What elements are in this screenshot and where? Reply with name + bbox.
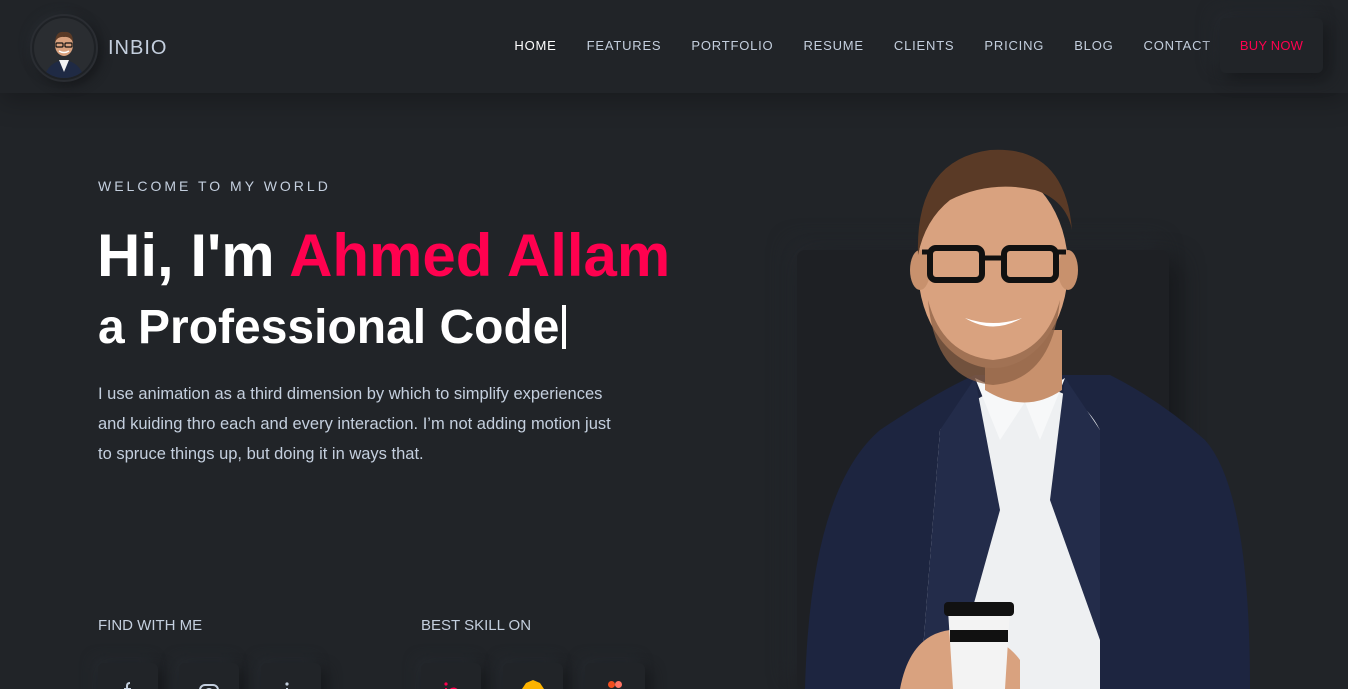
hero-eyebrow: WELCOME TO MY WORLD — [98, 178, 331, 194]
buy-now-button[interactable]: BUY NOW — [1220, 18, 1323, 73]
hero-name: Ahmed Allam — [289, 222, 671, 289]
instagram-icon — [199, 684, 219, 689]
facebook-button[interactable] — [98, 663, 158, 689]
facebook-icon — [124, 682, 131, 689]
hero-portrait — [800, 140, 1260, 689]
best-skill-label: BEST SKILL ON — [421, 617, 532, 634]
main-nav: HOME FEATURES PORTFOLIO RESUME CLIENTS P… — [514, 38, 1211, 53]
sketch-icon — [522, 680, 544, 689]
nav-contact[interactable]: CONTACT — [1144, 38, 1211, 53]
find-with-me-label: FIND WITH ME — [98, 617, 203, 634]
nav-clients[interactable]: CLIENTS — [894, 38, 955, 53]
man-portrait-icon — [805, 149, 1250, 689]
typing-cursor — [562, 305, 567, 349]
nav-home[interactable]: HOME — [514, 38, 556, 53]
site-header: INBIO HOME FEATURES PORTFOLIO RESUME CLI… — [0, 0, 1348, 93]
invision-icon — [444, 682, 458, 689]
linkedin-button[interactable] — [261, 663, 321, 689]
invision-button[interactable] — [421, 663, 481, 689]
nav-portfolio[interactable]: PORTFOLIO — [691, 38, 773, 53]
instagram-button[interactable] — [179, 663, 239, 689]
nav-blog[interactable]: BLOG — [1074, 38, 1113, 53]
sketch-button[interactable] — [503, 663, 563, 689]
figma-icon — [608, 681, 622, 688]
logo[interactable]: INBIO — [30, 14, 167, 82]
avatar[interactable] — [30, 14, 98, 82]
figma-button[interactable] — [585, 663, 645, 689]
linkedin-icon — [285, 682, 289, 689]
avatar-portrait-icon — [34, 18, 94, 78]
nav-pricing[interactable]: PRICING — [984, 38, 1044, 53]
hero-greeting: Hi, I'm — [97, 222, 290, 289]
nav-features[interactable]: FEATURES — [587, 38, 662, 53]
hero-title: Hi, I'm Ahmed Allam — [97, 222, 670, 290]
hero-subtitle: a Professional Code — [98, 300, 567, 356]
nav-resume[interactable]: RESUME — [803, 38, 863, 53]
brand-name[interactable]: INBIO — [108, 37, 167, 60]
hero-description: I use animation as a third dimension by … — [98, 385, 611, 463]
hero-subtitle-text: a Professional Code — [98, 301, 560, 354]
